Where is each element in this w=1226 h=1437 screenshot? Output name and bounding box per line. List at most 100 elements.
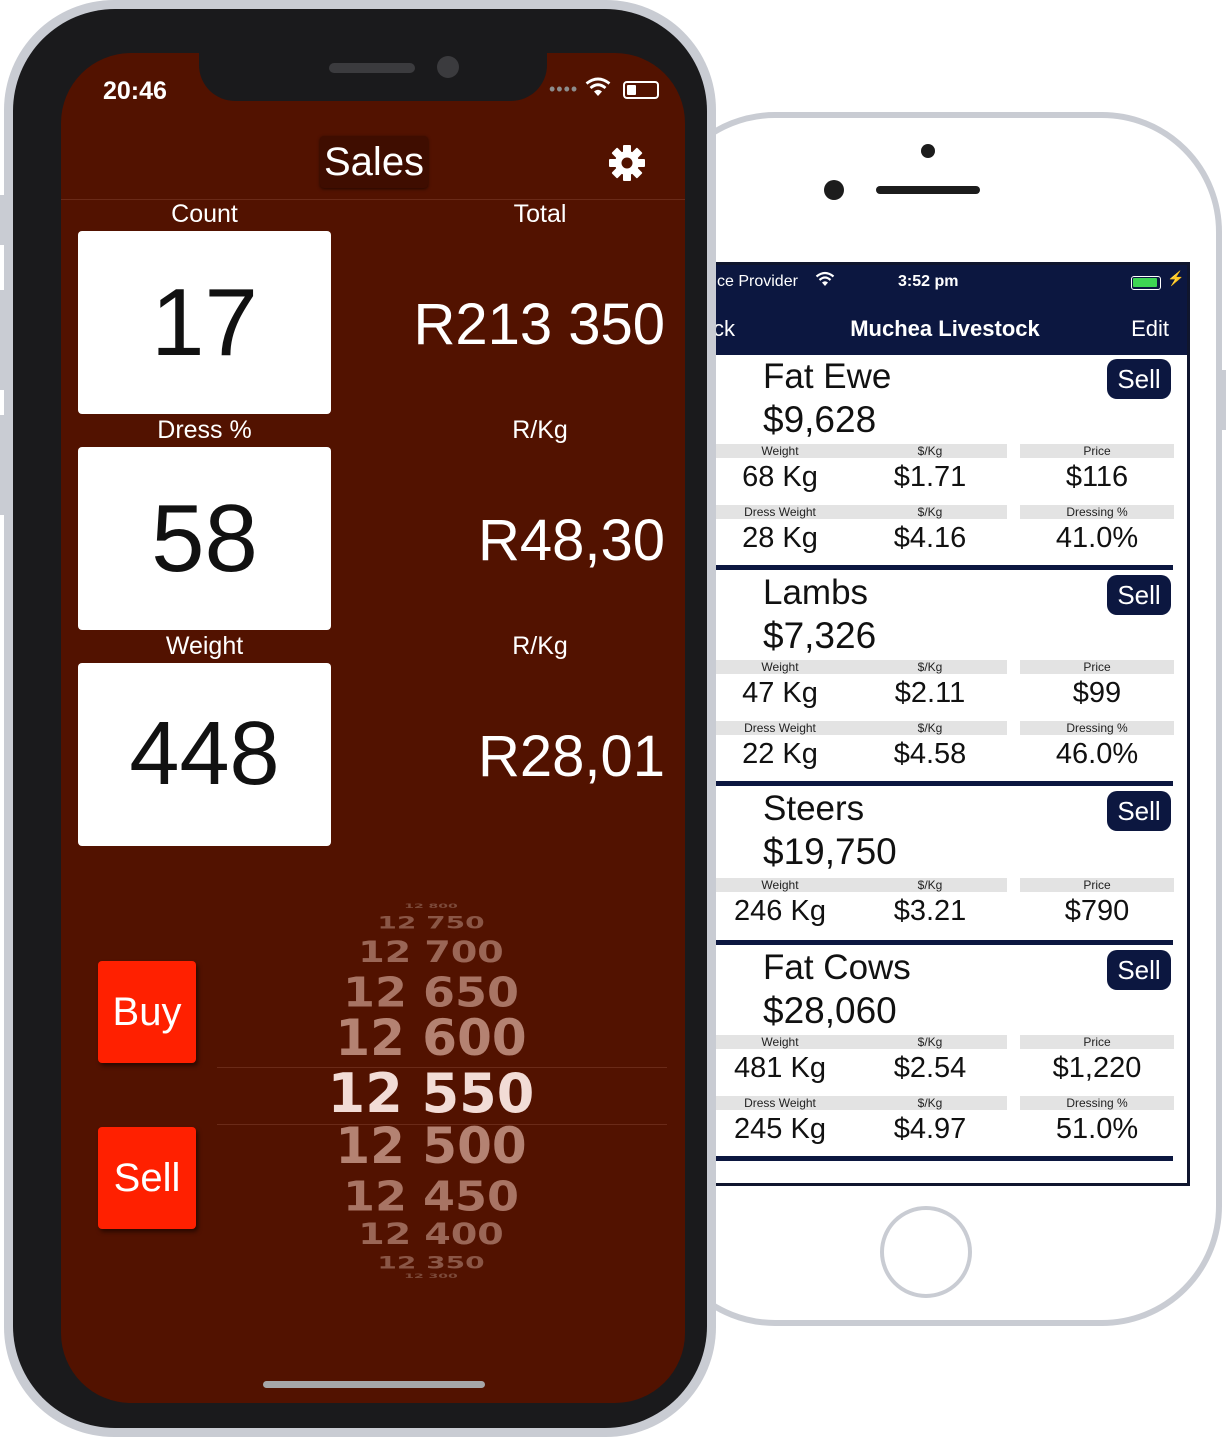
side-button: [1220, 370, 1226, 430]
weight-label: Weight: [703, 660, 857, 674]
picker-item[interactable]: 12 300: [311, 1273, 551, 1279]
dress-stats-row: Dress Weight 245 Kg $/Kg $4.97 Dressing % 5…: [703, 1096, 1174, 1157]
weight-value: 481 Kg: [734, 1052, 826, 1084]
home-indicator[interactable]: [263, 1381, 485, 1388]
dress-per-kg-label: $/Kg: [853, 721, 1007, 735]
price-label: Price: [1020, 660, 1174, 674]
wifi-icon: [815, 271, 835, 292]
weight-label: Weight: [703, 878, 857, 892]
stock-total: $7,326: [763, 615, 877, 656]
front-sensor: [921, 144, 935, 158]
dressing-label: Dressing %: [1020, 505, 1174, 519]
price-value: $1,220: [1052, 1052, 1142, 1084]
carrier-label: ce Provider: [717, 273, 798, 290]
status-time: 20:46: [103, 77, 167, 105]
card-divider: [703, 565, 1173, 570]
dress-weight-value: 245 Kg: [734, 1113, 826, 1145]
stock-name: Fat Ewe: [763, 357, 892, 396]
dress-weight-label: Dress Weight: [703, 1096, 857, 1110]
per-kg-label: $/Kg: [853, 660, 1007, 674]
edit-button[interactable]: Edit: [1131, 316, 1169, 342]
price-label: Price: [1020, 878, 1174, 892]
picker-item[interactable]: 12 650: [311, 971, 551, 1012]
battery-icon: [623, 81, 659, 99]
count-box[interactable]: 17: [78, 231, 331, 414]
per-kg-value: $2.11: [894, 677, 966, 709]
sell-button[interactable]: Sell: [98, 1127, 196, 1229]
dressing-label: Dressing %: [1020, 721, 1174, 735]
weight-label: Weight: [165, 632, 244, 660]
gear-icon[interactable]: [607, 143, 647, 188]
weight-box[interactable]: 448: [78, 663, 331, 846]
count-label: Count: [171, 200, 238, 228]
dress-weight-label: Dress Weight: [703, 721, 857, 735]
nav-title: Muchea Livestock: [850, 316, 1040, 341]
per-kg-label: $/Kg: [853, 444, 1007, 458]
picker-item[interactable]: 12 500: [311, 1121, 551, 1171]
dark-phone-frame: 20:46 •••• Sales Count Total 17 R213 350…: [4, 0, 716, 1437]
per-kg-label: $/Kg: [853, 1035, 1007, 1049]
sell-button[interactable]: Sell: [1107, 791, 1171, 831]
picker-selected-value[interactable]: 12 550: [311, 1067, 551, 1121]
price-label: Price: [1020, 1035, 1174, 1049]
home-button[interactable]: [880, 1206, 972, 1298]
status-time: 3:52 pm: [898, 273, 959, 290]
stock-name: Steers: [763, 789, 865, 828]
weight-value: 47 Kg: [742, 677, 818, 709]
sell-button[interactable]: Sell: [1107, 359, 1171, 399]
dress-weight-label: Dress Weight: [703, 505, 857, 519]
dress-stats-row: Dress Weight 28 Kg $/Kg $4.16 Dressing % 41…: [703, 505, 1174, 566]
price-label: Price: [1020, 444, 1174, 458]
livestock-card[interactable]: Lambs $7,326 Sell Weight 47 Kg $/Kg $2.11 …: [703, 571, 1174, 787]
picker-item[interactable]: 12 800: [311, 903, 551, 909]
picker-item[interactable]: 12 600: [311, 1013, 551, 1063]
stats-row: Weight 246 Kg $/Kg $3.21 Price $790: [703, 878, 1174, 939]
livestock-card[interactable]: Fat Ewe $9,628 Sell Weight 68 Kg $/Kg $1.7…: [703, 355, 1174, 571]
dress-weight-value: 28 Kg: [742, 522, 818, 554]
livestock-card[interactable]: Fat Cows $28,060 Sell Weight 481 Kg $/Kg $…: [703, 946, 1174, 1162]
stock-total: $19,750: [763, 831, 897, 872]
card-divider: [703, 781, 1173, 786]
stock-total: $9,628: [763, 399, 877, 440]
sales-screen: 20:46 •••• Sales Count Total 17 R213 350…: [61, 53, 685, 1403]
sell-button[interactable]: Sell: [1107, 950, 1171, 990]
weight-value: 68 Kg: [742, 461, 818, 493]
notch-camera: [437, 56, 459, 78]
stats-row: Weight 68 Kg $/Kg $1.71 Price $116: [703, 444, 1174, 505]
total-value: R213 350: [413, 292, 665, 357]
dress-box[interactable]: 58: [78, 447, 331, 630]
dress-per-kg-label: $/Kg: [853, 1096, 1007, 1110]
per-kg-value: $3.21: [893, 895, 967, 927]
dressing-label: Dressing %: [1020, 1096, 1174, 1110]
card-divider: [703, 940, 1173, 945]
per-kg-label: $/Kg: [853, 878, 1007, 892]
livestock-card[interactable]: Steers $19,750 Sell Weight 246 Kg $/Kg $3.…: [703, 787, 1174, 946]
stats-row: Weight 481 Kg $/Kg $2.54 Price $1,220: [703, 1035, 1174, 1096]
dress-stats-row: Dress Weight 22 Kg $/Kg $4.58 Dressing % 46…: [703, 721, 1174, 782]
notch-speaker: [329, 63, 415, 73]
weight-label: Weight: [703, 444, 857, 458]
weight-rkg-value: R28,01: [477, 724, 665, 789]
per-kg-value: $1.71: [893, 461, 967, 493]
price-value: $99: [1072, 677, 1122, 709]
dressing-value: 51.0%: [1055, 1113, 1139, 1145]
dress-weight-value: 22 Kg: [742, 738, 818, 770]
picker-item[interactable]: 12 400: [311, 1219, 551, 1249]
picker-item[interactable]: 12 350: [311, 1254, 551, 1272]
picker-item[interactable]: 12 700: [311, 937, 551, 967]
dark-phone-bezel: 20:46 •••• Sales Count Total 17 R213 350…: [13, 9, 707, 1428]
stock-name: Fat Cows: [763, 948, 911, 987]
buy-button[interactable]: Buy: [98, 961, 196, 1063]
signal-icon: ••••: [549, 79, 579, 99]
per-kg-value: $2.54: [893, 1052, 967, 1084]
picker-item[interactable]: 12 750: [311, 914, 551, 932]
weight-rkg-label: R/Kg: [512, 632, 568, 660]
sell-button[interactable]: Sell: [1107, 575, 1171, 615]
dress-rkg-value: R48,30: [477, 508, 665, 573]
price-picker[interactable]: 12 800 12 750 12 700 12 650 12 600 12 55…: [311, 899, 551, 1285]
total-label: Total: [513, 200, 567, 228]
page-title: Sales: [320, 136, 429, 188]
picker-item[interactable]: 12 450: [311, 1175, 551, 1216]
dress-label: Dress %: [157, 416, 252, 444]
dressing-value: 41.0%: [1055, 522, 1139, 554]
